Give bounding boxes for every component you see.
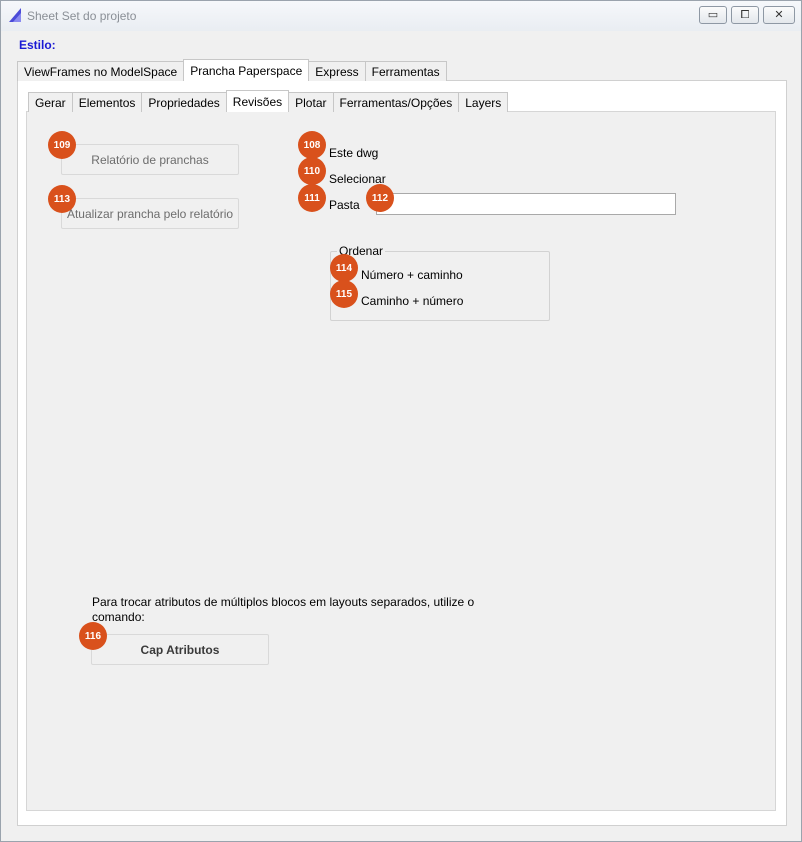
tab-propriedades[interactable]: Propriedades [141, 92, 227, 112]
estilo-label: Estilo: [19, 38, 56, 52]
title-bar[interactable]: Sheet Set do projeto ▭ ⧠ ✕ [1, 1, 801, 31]
sub-tab-strip: Gerar Elementos Propriedades Revisões Pl… [28, 90, 509, 112]
atualizar-prancha-button[interactable]: Atualizar prancha pelo relatório [61, 198, 239, 229]
tab-label: Revisões [232, 94, 283, 109]
tab-gerar[interactable]: Gerar [28, 92, 73, 112]
badge-108: 108 [298, 131, 326, 159]
este-dwg-option[interactable]: Este dwg [329, 146, 378, 160]
badge-114: 114 [330, 254, 358, 282]
cap-atributos-button[interactable]: Cap Atributos [91, 634, 269, 665]
tab-revisoes[interactable]: Revisões [225, 90, 290, 112]
caminho-numero-option[interactable]: Caminho + número [361, 294, 463, 308]
tab-label: Plotar [295, 95, 327, 110]
minimize-button[interactable]: ▭ [699, 6, 727, 24]
main-window: Sheet Set do projeto ▭ ⧠ ✕ Estilo: ViewF… [0, 0, 802, 842]
window-title: Sheet Set do projeto [27, 9, 137, 23]
badge-109: 109 [48, 131, 76, 159]
maximize-icon: ⧠ [740, 8, 750, 21]
triangle-app-icon [9, 8, 21, 22]
badge-112: 112 [366, 184, 394, 212]
tab-label: Ferramentas/Opções [339, 95, 453, 110]
ordenar-groupbox [330, 251, 550, 321]
tab-prancha-paperspace[interactable]: Prancha Paperspace [183, 59, 310, 81]
tab-plotar[interactable]: Plotar [288, 92, 334, 112]
tab-label: Ferramentas [371, 64, 440, 79]
relatorio-pranchas-button[interactable]: Relatório de pranchas [61, 144, 239, 175]
top-tab-strip: ViewFrames no ModelSpace Prancha Papersp… [17, 59, 447, 81]
minimize-icon: ▭ [707, 8, 719, 21]
maximize-button[interactable]: ⧠ [731, 6, 759, 24]
tab-viewframes[interactable]: ViewFrames no ModelSpace [17, 61, 185, 81]
tab-label: Layers [465, 95, 502, 110]
numero-caminho-option[interactable]: Número + caminho [361, 268, 463, 282]
badge-113: 113 [48, 185, 76, 213]
tab-ferramentas-opcoes[interactable]: Ferramentas/Opções [332, 92, 460, 112]
badge-116: 116 [79, 622, 107, 650]
cap-atributos-info-line1: Para trocar atributos de múltiplos bloco… [92, 595, 475, 609]
tab-label: Propriedades [148, 95, 220, 110]
tab-label: Prancha Paperspace [190, 63, 303, 78]
tab-label: ViewFrames no ModelSpace [24, 64, 178, 79]
cap-atributos-info-line2: comando: [92, 610, 145, 624]
close-button[interactable]: ✕ [763, 6, 795, 24]
pasta-option[interactable]: Pasta [329, 198, 360, 212]
tab-layers[interactable]: Layers [458, 92, 509, 112]
tab-elementos[interactable]: Elementos [71, 92, 143, 112]
badge-111: 111 [298, 184, 326, 212]
tab-label: Elementos [78, 95, 136, 110]
tab-label: Express [315, 64, 359, 79]
close-icon: ✕ [774, 8, 784, 21]
tab-express[interactable]: Express [308, 61, 366, 81]
tab-label: Gerar [35, 95, 66, 110]
badge-115: 115 [330, 280, 358, 308]
badge-110: 110 [298, 157, 326, 185]
tab-ferramentas[interactable]: Ferramentas [364, 61, 447, 81]
pasta-path-input[interactable] [376, 193, 676, 215]
